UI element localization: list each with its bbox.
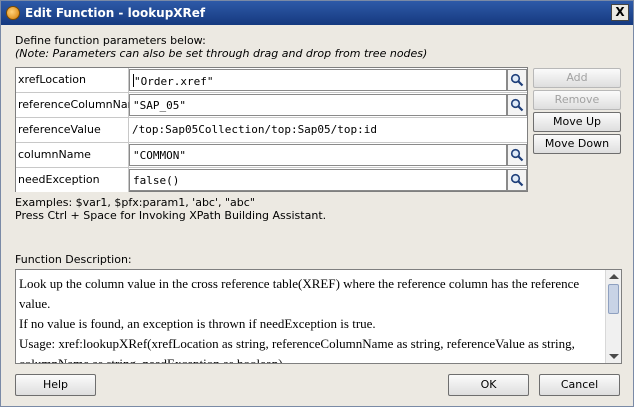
app-icon <box>6 6 20 20</box>
function-description-label: Function Description: <box>15 253 132 266</box>
param-name: xrefLocation <box>16 68 129 92</box>
description-line: If no value is found, an exception is th… <box>19 316 376 331</box>
description-line: Usage: xref:lookupXRef(xrefLocation as s… <box>19 336 575 364</box>
cancel-button[interactable]: Cancel <box>539 374 620 396</box>
function-description-box[interactable]: Look up the column value in the cross re… <box>15 269 622 364</box>
param-name: referenceValue <box>16 118 129 142</box>
param-value-input[interactable]: /top:Sap05Collection/top:Sap05/top:id <box>129 118 527 142</box>
param-row-referenceValue: referenceValue /top:Sap05Collection/top:… <box>16 118 527 143</box>
param-row-referenceColumnName: referenceColumnName "SAP_05" <box>16 93 527 118</box>
add-button[interactable]: Add <box>533 68 621 88</box>
xpath-hint: Press Ctrl + Space for Invoking XPath Bu… <box>15 209 327 222</box>
window-title: Edit Function - lookupXRef <box>25 6 206 20</box>
param-row-xrefLocation: xrefLocation "Order.xref" <box>16 68 527 93</box>
intro-line: Define function parameters below: <box>15 34 206 47</box>
search-icon[interactable] <box>507 69 527 91</box>
param-value-input[interactable]: "COMMON" <box>129 144 507 166</box>
description-line: Look up the column value in the cross re… <box>19 276 580 311</box>
intro-note: (Note: Parameters can also be set throug… <box>15 47 428 60</box>
help-button[interactable]: Help <box>15 374 96 396</box>
scroll-down-icon[interactable] <box>609 354 619 359</box>
move-down-button[interactable]: Move Down <box>533 134 621 154</box>
param-value-input[interactable]: false() <box>129 169 507 191</box>
param-row-needException: needException false() <box>16 168 527 193</box>
title-bar[interactable]: Edit Function - lookupXRef X <box>1 1 633 25</box>
description-scrollbar[interactable] <box>605 270 621 363</box>
examples-text: Examples: $var1, $pfx:param1, 'abc', "ab… <box>15 196 326 222</box>
param-name: referenceColumnName <box>16 93 145 117</box>
scroll-thumb[interactable] <box>608 284 619 314</box>
search-icon[interactable] <box>507 144 527 166</box>
param-row-columnName: columnName "COMMON" <box>16 143 527 168</box>
function-description-text: Look up the column value in the cross re… <box>19 274 604 364</box>
examples-line: Examples: $var1, $pfx:param1, 'abc', "ab… <box>15 196 255 209</box>
param-name: needException <box>16 168 129 192</box>
intro-text: Define function parameters below: (Note:… <box>15 34 427 60</box>
move-up-button[interactable]: Move Up <box>533 112 621 132</box>
param-value-text: "Order.xref" <box>134 75 214 88</box>
param-value-input[interactable]: "SAP_05" <box>129 94 507 116</box>
edit-function-dialog: Edit Function - lookupXRef X Define func… <box>0 0 634 407</box>
param-name: columnName <box>16 143 129 167</box>
search-icon[interactable] <box>507 94 527 116</box>
close-button[interactable]: X <box>611 4 629 21</box>
scroll-up-icon[interactable] <box>609 274 619 279</box>
ok-button[interactable]: OK <box>448 374 529 396</box>
remove-button[interactable]: Remove <box>533 90 621 110</box>
search-icon[interactable] <box>507 169 527 191</box>
parameters-table: xrefLocation "Order.xref" referenceColum… <box>15 67 528 192</box>
param-value-input[interactable]: "Order.xref" <box>129 69 507 91</box>
